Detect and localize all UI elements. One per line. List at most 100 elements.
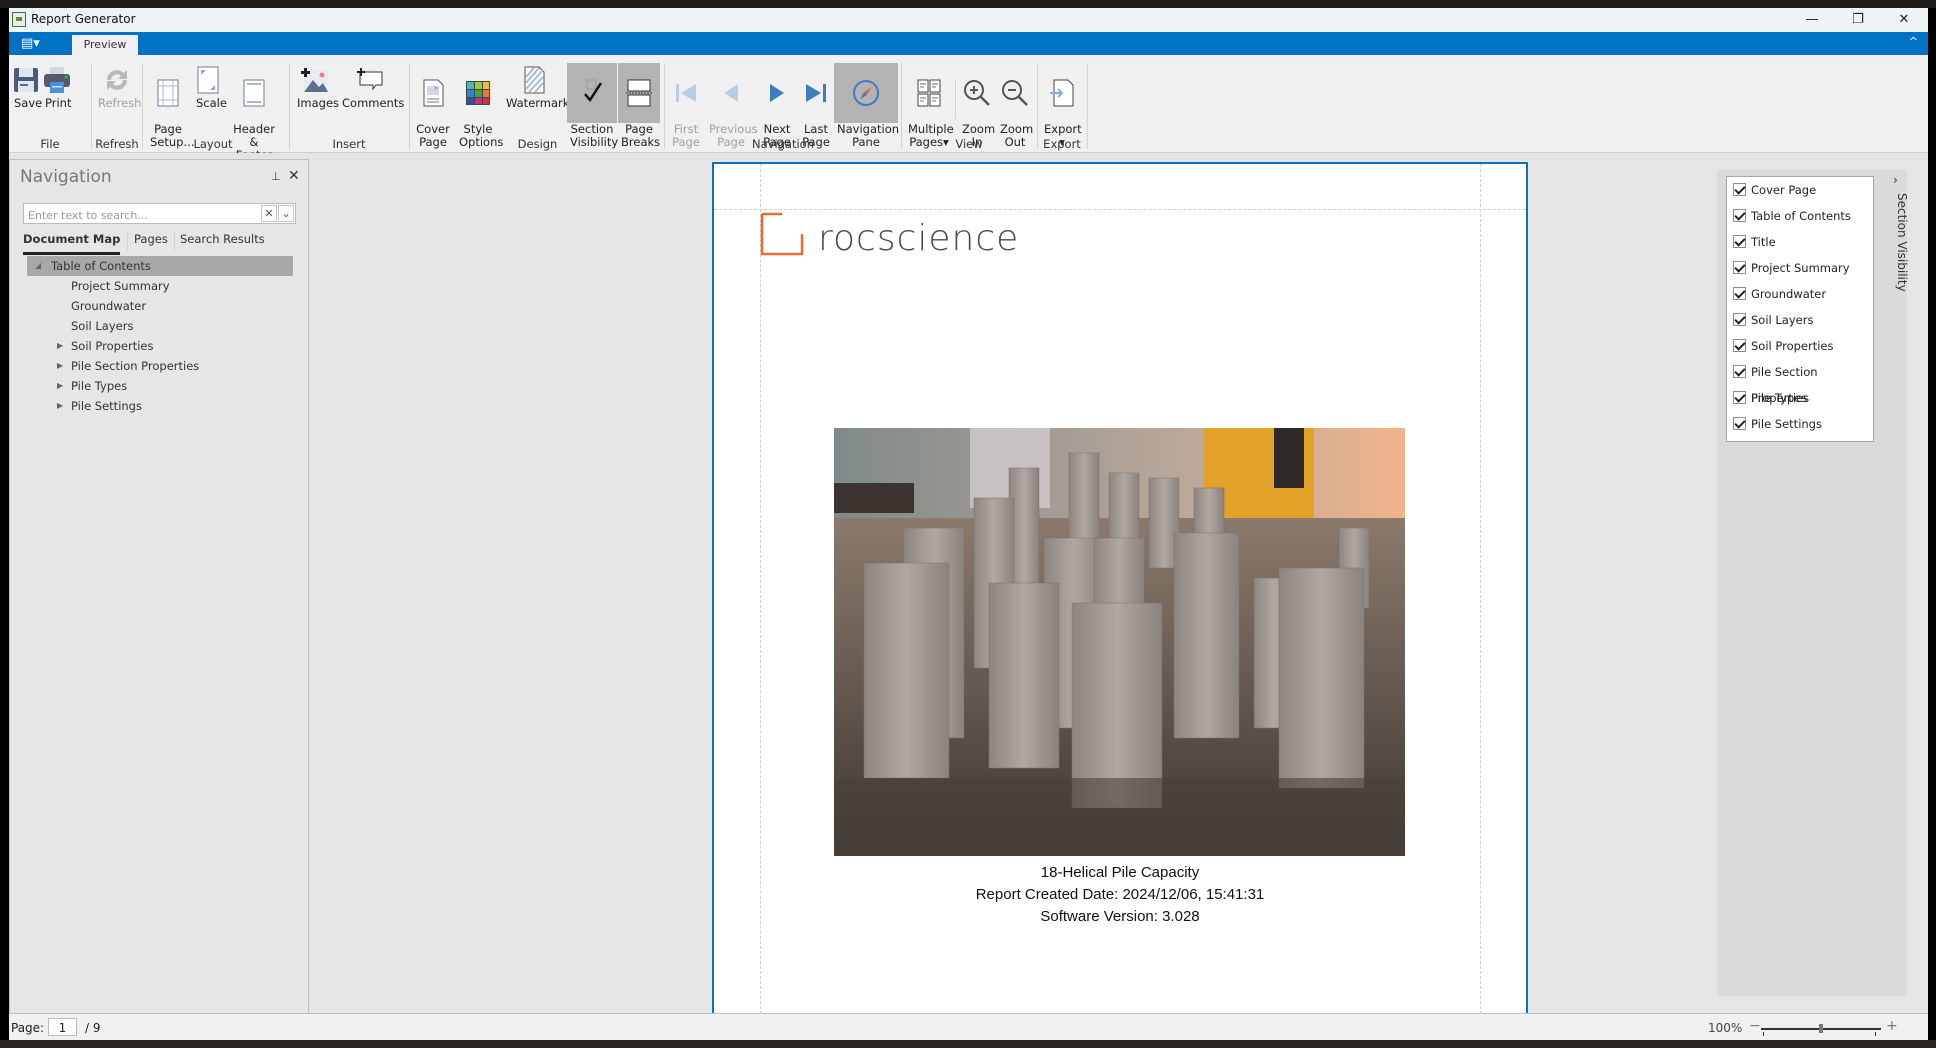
expand-triangle-icon[interactable]: ▶ <box>57 336 63 356</box>
app-menu-button[interactable]: ▤▾ <box>21 35 51 52</box>
tab-preview[interactable]: Preview <box>72 35 138 55</box>
checkbox-checked[interactable] <box>1733 235 1746 248</box>
tree-item-project-summary[interactable]: Project Summary <box>27 276 293 296</box>
expand-triangle-icon[interactable]: ▶ <box>57 356 63 376</box>
navigation-pane-button[interactable]: Navigation Pane <box>834 63 899 149</box>
ribbon-tab-bar: ▤▾ Preview ^ <box>9 32 1928 55</box>
section-visibility-button[interactable]: Section Visibility <box>567 63 618 149</box>
section-toggle-table-of-contents[interactable]: Table of Contents <box>1727 203 1873 229</box>
zoom-slider[interactable]: − + <box>1749 1018 1899 1038</box>
zoom-tick <box>1875 1032 1876 1036</box>
minimize-button[interactable]: — <box>1789 8 1835 32</box>
cover-page-icon <box>418 78 448 108</box>
zoom-plus-button[interactable]: + <box>1886 1018 1898 1034</box>
print-button[interactable]: Print <box>42 63 72 123</box>
section-toggle-pile-settings[interactable]: Pile Settings <box>1727 411 1873 437</box>
checkbox-checked[interactable] <box>1733 365 1746 378</box>
comments-icon <box>356 65 386 95</box>
checkbox-checked[interactable] <box>1733 209 1746 222</box>
save-button[interactable]: Save <box>11 63 42 123</box>
section-toggle-soil-layers[interactable]: Soil Layers <box>1727 307 1873 333</box>
tree-item-pile-settings[interactable]: ▶ Pile Settings <box>27 396 293 416</box>
pin-icon[interactable]: ⊥ <box>271 170 281 183</box>
section-toggle-groundwater[interactable]: Groundwater <box>1727 281 1873 307</box>
page-setup-button[interactable]: Page Setup... <box>147 63 194 149</box>
comments-button[interactable]: Comments <box>339 63 404 123</box>
style-options-button[interactable]: Style Options <box>456 63 503 149</box>
cover-page-button[interactable]: Cover Page <box>413 63 453 149</box>
export-button[interactable]: Export ▾ <box>1041 63 1083 149</box>
document-viewer[interactable]: rocscience 18-Helical Pile Capacity Repo… <box>309 153 1709 1024</box>
page-number-input[interactable]: 1 <box>48 1018 77 1036</box>
desktop-taskbar-bottom <box>0 1040 1936 1048</box>
zoom-in-icon <box>962 78 992 108</box>
first-page-button[interactable]: First Page <box>669 63 703 149</box>
page-total: / 9 <box>85 1021 101 1035</box>
group-label-layout: Layout <box>193 137 233 151</box>
checkbox-checked[interactable] <box>1733 339 1746 352</box>
watermark-button[interactable]: Watermark <box>503 63 569 123</box>
tree-item-soil-layers[interactable]: Soil Layers <box>27 316 293 336</box>
restore-button[interactable]: ❐ <box>1835 8 1881 32</box>
tree-item-table-of-contents[interactable]: ◢ Table of Contents <box>27 256 293 276</box>
section-toggle-pile-section-properties[interactable]: Pile Section Properties <box>1727 359 1873 405</box>
page-breaks-icon <box>624 78 654 108</box>
search-input[interactable] <box>24 206 252 225</box>
zoom-in-button[interactable]: Zoom In <box>959 63 995 149</box>
close-button[interactable]: ✕ <box>1881 8 1927 32</box>
tree-item-soil-properties[interactable]: ▶ Soil Properties <box>27 336 293 356</box>
group-separator <box>289 63 290 149</box>
chevron-right-icon[interactable]: › <box>1893 173 1898 187</box>
refresh-button[interactable]: Refresh <box>95 63 141 123</box>
group-label-file: File <box>40 137 60 151</box>
header-footer-button[interactable]: Header & Footer <box>227 63 281 162</box>
checkbox-checked[interactable] <box>1733 183 1746 196</box>
section-toggle-soil-properties[interactable]: Soil Properties <box>1727 333 1873 359</box>
section-visibility-tab[interactable]: Section Visibility <box>1895 193 1909 292</box>
checkbox-checked[interactable] <box>1733 391 1746 404</box>
search-options-dropdown[interactable]: ⌄ <box>278 205 294 222</box>
tree-item-groundwater[interactable]: Groundwater <box>27 296 293 316</box>
multiple-pages-button[interactable]: Multiple Pages▾ <box>905 63 954 149</box>
section-toggle-project-summary[interactable]: Project Summary <box>1727 255 1873 281</box>
page-breaks-button[interactable]: Page Breaks <box>618 63 660 149</box>
expand-triangle-icon[interactable]: ▶ <box>57 396 63 416</box>
screen-border-left <box>0 8 9 1040</box>
tab-document-map[interactable]: Document Map <box>23 230 121 255</box>
window-title: Report Generator <box>31 12 136 26</box>
tab-separator <box>174 232 175 250</box>
section-visibility-list: Cover Page Table of Contents Title Proje… <box>1726 176 1874 442</box>
checkbox-checked[interactable] <box>1733 287 1746 300</box>
style-options-icon <box>463 78 493 108</box>
previous-page-button[interactable]: Previous Page <box>706 63 758 149</box>
checkbox-checked[interactable] <box>1733 417 1746 430</box>
scale-button[interactable]: Scale <box>193 63 227 123</box>
clear-search-button[interactable]: ✕ <box>261 205 277 222</box>
tree-item-pile-section-properties[interactable]: ▶ Pile Section Properties <box>27 356 293 376</box>
checkbox-checked[interactable] <box>1733 261 1746 274</box>
last-page-button[interactable]: Last Page <box>798 63 834 149</box>
zoom-minus-button[interactable]: − <box>1749 1018 1761 1034</box>
images-button[interactable]: Images <box>294 63 339 123</box>
report-page: rocscience 18-Helical Pile Capacity Repo… <box>712 162 1528 1024</box>
group-label-design: Design <box>517 137 558 151</box>
collapse-triangle-icon[interactable]: ◢ <box>35 256 41 276</box>
close-navigation-button[interactable]: ✕ <box>288 168 300 184</box>
section-visibility-icon <box>577 78 607 108</box>
section-toggle-pile-types[interactable]: Pile Types <box>1727 385 1873 411</box>
collapse-ribbon-button[interactable]: ^ <box>1909 35 1918 48</box>
save-icon <box>11 65 41 95</box>
section-toggle-cover-page[interactable]: Cover Page <box>1727 177 1873 203</box>
zoom-slider-thumb[interactable] <box>1819 1024 1823 1033</box>
scale-icon <box>193 65 223 95</box>
checkbox-checked[interactable] <box>1733 313 1746 326</box>
tree-item-pile-types[interactable]: ▶ Pile Types <box>27 376 293 396</box>
software-version: Software Version: 3.028 <box>1040 908 1200 925</box>
zoom-out-button[interactable]: Zoom Out <box>997 63 1033 149</box>
section-toggle-title[interactable]: Title <box>1727 229 1873 255</box>
margin-guide-top <box>714 209 1526 210</box>
next-page-button[interactable]: Next Page <box>759 63 795 149</box>
expand-triangle-icon[interactable]: ▶ <box>57 376 63 396</box>
tab-pages[interactable]: Pages <box>134 230 168 252</box>
tab-search-results[interactable]: Search Results <box>180 230 265 252</box>
